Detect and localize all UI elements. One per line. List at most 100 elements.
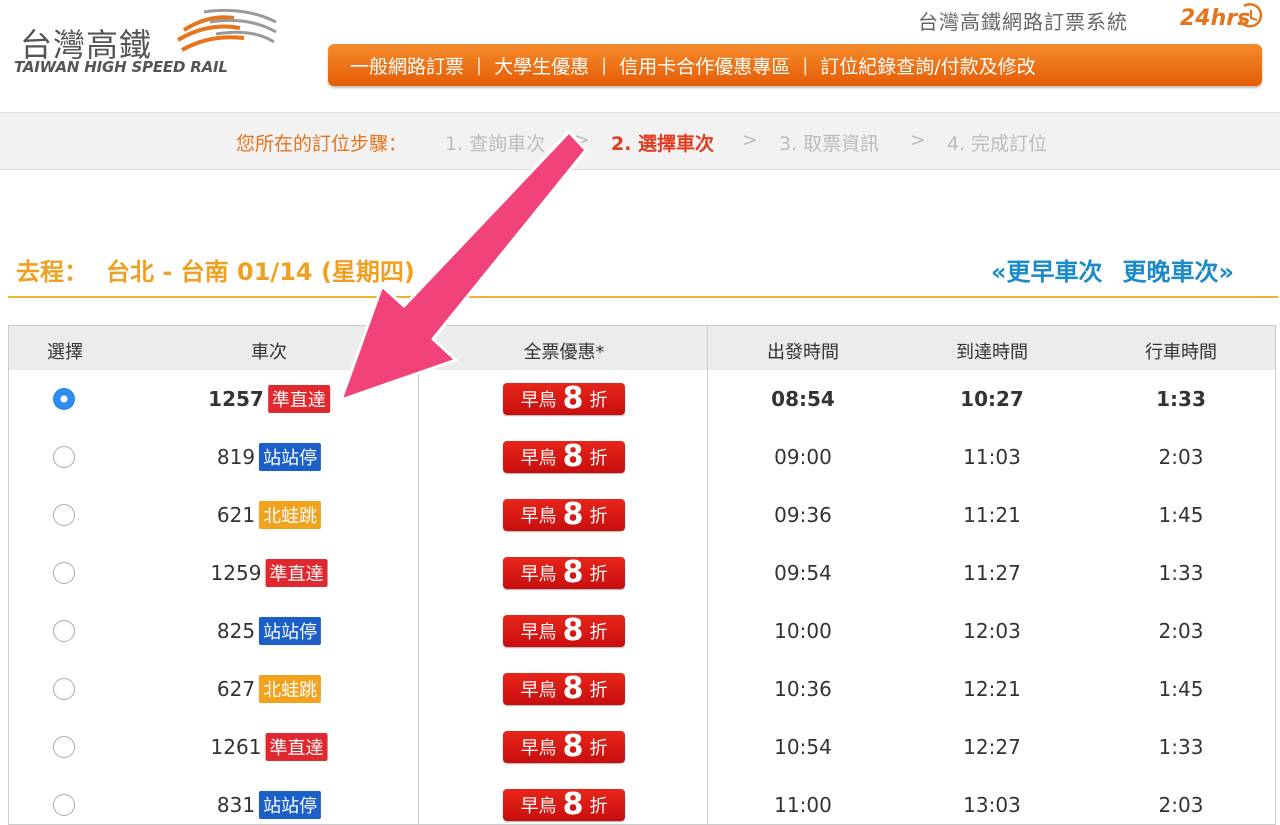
travel-duration: 1:33: [1158, 735, 1204, 759]
arrive-time: 13:03: [963, 793, 1021, 817]
nav-credit-card-offers[interactable]: 信用卡合作優惠專區: [619, 52, 790, 79]
travel-duration: 1:33: [1156, 387, 1206, 411]
discount-unit: 折: [589, 506, 608, 527]
route-text: 台北 - 台南 01/14 (星期四): [106, 258, 415, 286]
step-2-active: 2. 選擇車次: [611, 133, 715, 155]
depart-time: 10:54: [774, 735, 832, 759]
travel-duration: 1:45: [1158, 503, 1204, 527]
header-train: 車次: [251, 342, 287, 363]
travel-duration: 2:03: [1158, 793, 1204, 817]
nav-booking-records[interactable]: 訂位紀錄查詢/付款及修改: [820, 52, 1035, 79]
discount-label: 早鳥: [520, 564, 557, 585]
table-row[interactable]: 1261 準直達 早鳥 8 折 10:54 12:27 1:33: [9, 718, 1275, 776]
table-row[interactable]: 825 站站停 早鳥 8 折 10:00 12:03 2:03: [9, 602, 1275, 660]
arrive-time: 12:27: [963, 735, 1021, 759]
nav-separator: |: [601, 54, 608, 76]
nav-student-discount[interactable]: 大學生優惠: [494, 52, 589, 79]
train-type-badge: 北蛙跳: [259, 675, 322, 703]
arrive-time: 11:03: [963, 445, 1021, 469]
discount-unit: 折: [589, 564, 608, 585]
train-select-radio[interactable]: [53, 504, 75, 526]
train-number: 1259: [210, 561, 262, 585]
header-discount: 全票優惠*: [523, 342, 605, 363]
discount-label: 早鳥: [520, 448, 557, 469]
table-row[interactable]: 627 北蛙跳 早鳥 8 折 10:36 12:21 1:45: [9, 660, 1275, 718]
train-pager: «更早車次 更晚車次»: [991, 252, 1234, 287]
route-label: 去程：: [16, 258, 88, 286]
arrive-time: 11:27: [963, 561, 1021, 585]
early-bird-discount-badge: 早鳥 8 折: [503, 731, 625, 763]
main-nav: 一般網路訂票 | 大學生優惠 | 信用卡合作優惠專區 | 訂位紀錄查詢/付款及修…: [328, 44, 1262, 86]
table-row[interactable]: 1259 準直達 早鳥 8 折 09:54 11:27 1:33: [9, 544, 1275, 602]
discount-value: 8: [562, 787, 584, 822]
travel-duration: 1:45: [1158, 677, 1204, 701]
discount-value: 8: [562, 729, 584, 764]
depart-time: 11:00: [774, 793, 832, 817]
train-cell: 831 站站停: [216, 791, 322, 819]
train-number: 825: [216, 619, 256, 643]
thsr-logo[interactable]: 台灣高鐵 TAIWAN HIGH SPEED RAIL: [14, 8, 284, 78]
discount-value: 8: [562, 671, 584, 706]
discount-label: 早鳥: [520, 506, 557, 527]
step-3: 3. 取票資訊: [779, 133, 880, 155]
discount-unit: 折: [589, 448, 608, 469]
train-number: 1257: [208, 387, 264, 411]
travel-duration: 2:03: [1158, 445, 1204, 469]
earlier-trains-link[interactable]: «更早車次: [991, 258, 1103, 286]
discount-value: 8: [562, 497, 584, 532]
step-arrow: >: [574, 129, 590, 151]
depart-time: 09:00: [774, 445, 832, 469]
train-select-radio[interactable]: [53, 562, 75, 584]
train-select-radio[interactable]: [53, 794, 75, 816]
train-select-radio[interactable]: [53, 678, 75, 700]
train-table: 選擇 車次 全票優惠* 出發時間 到達時間 行車時間 1257 準直達 早鳥 8 折 08…: [8, 325, 1276, 825]
early-bird-discount-badge: 早鳥 8 折: [503, 499, 625, 531]
table-row[interactable]: 819 站站停 早鳥 8 折 09:00 11:03 2:03: [9, 428, 1275, 486]
train-select-radio[interactable]: [53, 736, 75, 758]
table-row[interactable]: 831 站站停 早鳥 8 折 11:00 13:03 2:03: [9, 776, 1275, 824]
step-arrow: >: [910, 129, 926, 151]
discount-unit: 折: [589, 796, 608, 817]
discount-label: 早鳥: [520, 738, 557, 759]
table-row[interactable]: 1257 準直達 早鳥 8 折 08:54 10:27 1:33: [9, 370, 1275, 428]
early-bird-discount-badge: 早鳥 8 折: [503, 441, 625, 473]
train-cell: 1259 準直達: [211, 559, 328, 587]
table-row[interactable]: 621 北蛙跳 早鳥 8 折 09:36 11:21 1:45: [9, 486, 1275, 544]
train-number: 819: [216, 445, 256, 469]
train-number: 1261: [210, 735, 262, 759]
train-select-radio[interactable]: [53, 388, 75, 410]
train-type-badge: 站站停: [259, 443, 322, 471]
nav-general-booking[interactable]: 一般網路訂票: [350, 52, 464, 79]
steps-label: 您所在的訂位步驟：: [236, 133, 408, 155]
discount-label: 早鳥: [520, 390, 557, 411]
travel-duration: 1:33: [1158, 561, 1204, 585]
table-header: 選擇 車次 全票優惠* 出發時間 到達時間 行車時間: [9, 326, 1275, 370]
discount-label: 早鳥: [520, 680, 557, 701]
discount-unit: 折: [589, 738, 608, 759]
train-cell: 621 北蛙跳: [216, 501, 322, 529]
train-type-badge: 站站停: [259, 617, 322, 645]
nav-separator: |: [802, 54, 809, 76]
route-divider: [8, 296, 1278, 298]
route-heading: 去程： 台北 - 台南 01/14 (星期四): [16, 252, 415, 287]
arrive-time: 12:03: [963, 619, 1021, 643]
header-select: 選擇: [47, 342, 83, 363]
train-select-radio[interactable]: [53, 620, 75, 642]
step-1: 1. 查詢車次: [445, 133, 546, 155]
train-select-radio[interactable]: [53, 446, 75, 468]
nav-separator: |: [476, 54, 483, 76]
depart-time: 10:36: [774, 677, 832, 701]
train-type-badge: 準直達: [267, 385, 330, 413]
discount-value: 8: [562, 613, 584, 648]
header-depart: 出發時間: [767, 342, 839, 363]
travel-duration: 2:03: [1158, 619, 1204, 643]
discount-value: 8: [562, 439, 584, 474]
early-bird-discount-badge: 早鳥 8 折: [503, 673, 625, 705]
later-trains-link[interactable]: 更晚車次»: [1122, 258, 1234, 286]
train-number: 831: [216, 793, 256, 817]
step-4: 4. 完成訂位: [947, 133, 1048, 155]
train-number: 621: [216, 503, 256, 527]
discount-label: 早鳥: [520, 622, 557, 643]
logo-english-text: TAIWAN HIGH SPEED RAIL: [14, 58, 228, 76]
header-duration: 行車時間: [1145, 342, 1217, 363]
